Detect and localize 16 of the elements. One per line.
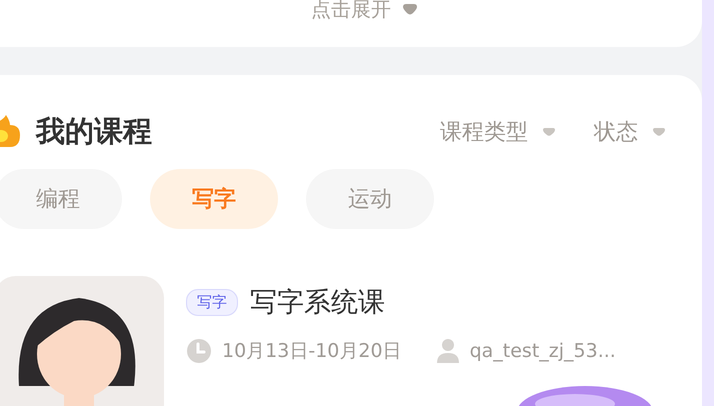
category-chip[interactable]: 运动 [306,169,434,229]
filter-dropdown[interactable]: 状态 [594,117,666,147]
course-tag: 写字 [186,288,238,316]
category-chip[interactable]: 写字 [150,169,278,229]
section-title: 我的课程 [36,113,152,150]
caret-icon [401,2,419,16]
teacher-name: qa_test_zj_53... [470,340,616,362]
caret-icon [542,127,556,137]
filter-dropdown[interactable]: 课程类型 [440,117,556,147]
person-icon [436,338,460,364]
course-dates: 10月13日-10月20日 [222,339,402,364]
caret-icon [652,127,666,137]
logo-icon [0,115,22,149]
clock-icon [186,338,212,364]
course-title: 写字系统课 [250,286,385,320]
category-chip[interactable]: 编程 [0,169,122,229]
